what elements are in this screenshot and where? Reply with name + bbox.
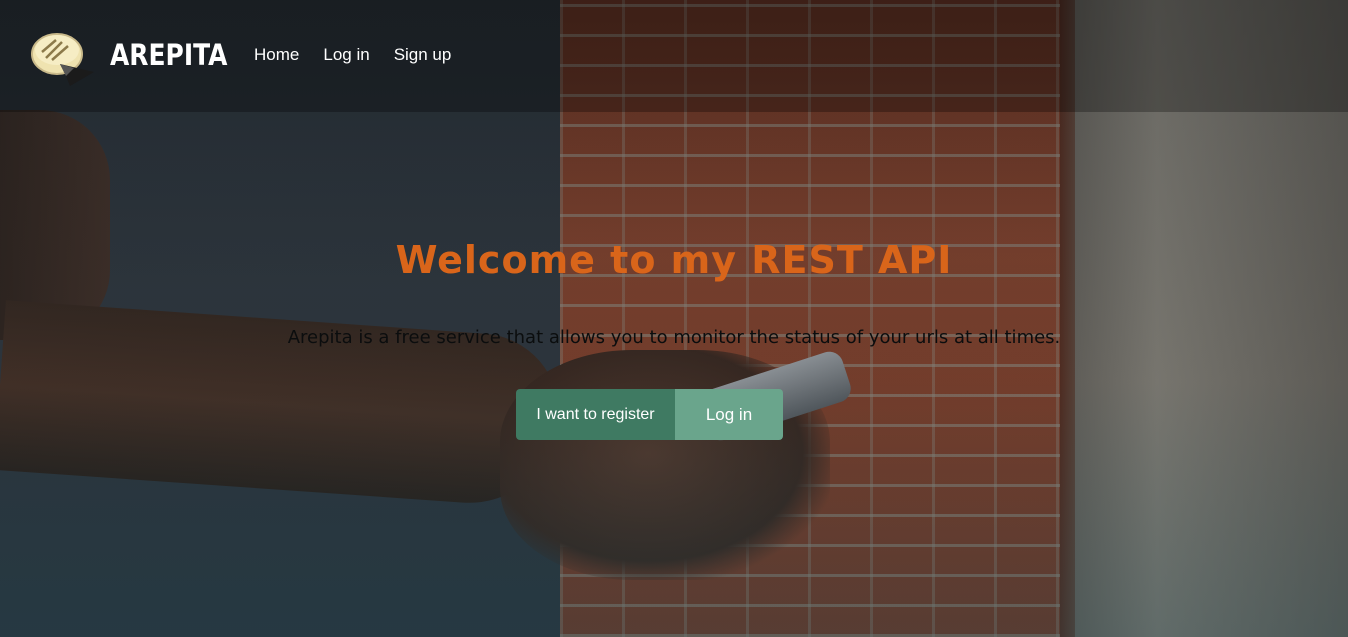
hero-subtitle: Arepita is a free service that allows yo… <box>287 327 1061 348</box>
register-button[interactable]: I want to register <box>516 389 675 440</box>
nav-links: Home Log in Sign up <box>254 45 451 65</box>
brand-name[interactable]: AREPITA <box>110 38 227 72</box>
login-button[interactable]: Log in <box>675 389 783 440</box>
nav-link-login[interactable]: Log in <box>323 45 369 65</box>
arepa-logo-icon[interactable] <box>30 28 96 90</box>
nav-link-home[interactable]: Home <box>254 45 299 65</box>
cta-button-group: I want to register Log in <box>516 389 783 440</box>
navbar: AREPITA Home Log in Sign up <box>0 0 1348 112</box>
hero-title: Welcome to my REST API <box>395 238 953 282</box>
hero-section: AREPITA Home Log in Sign up Welcome to m… <box>0 0 1348 637</box>
nav-link-signup[interactable]: Sign up <box>394 45 452 65</box>
